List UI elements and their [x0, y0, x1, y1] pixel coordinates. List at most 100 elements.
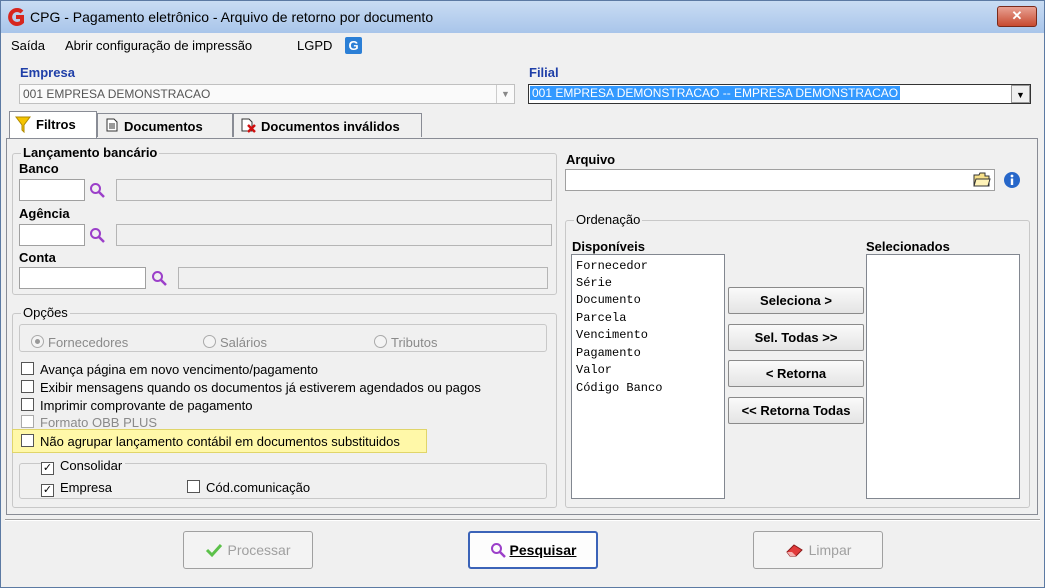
tab-filtros-label: Filtros	[36, 117, 76, 132]
radio-tributos-label: Tributos	[391, 335, 438, 350]
menu-saida[interactable]: Saída	[11, 38, 45, 53]
check-avanca-pagina-label: Avança página em novo vencimento/pagamen…	[40, 362, 319, 377]
processar-label: Processar	[227, 542, 291, 558]
check-exibir-mensagens[interactable]: Exibir mensagens quando os documentos já…	[21, 380, 481, 395]
opcoes-legend: Opções	[21, 305, 70, 320]
footer-divider	[5, 519, 1040, 521]
check-empresa[interactable]: ✓ Empresa	[41, 480, 112, 497]
list-item[interactable]: Valor	[576, 363, 612, 377]
checkmark-icon	[206, 543, 223, 558]
check-imprimir-comprovante[interactable]: Imprimir comprovante de pagamento	[21, 398, 252, 413]
list-item[interactable]: Pagamento	[576, 346, 641, 360]
filial-select[interactable]: 001 EMPRESA DEMONSTRACAO -- EMPRESA DEMO…	[528, 84, 1031, 104]
radio-dot	[374, 335, 387, 348]
checkbox[interactable]	[21, 434, 34, 447]
filter-icon	[15, 116, 31, 133]
banco-search-icon[interactable]	[89, 182, 105, 198]
title-bar: CPG - Pagamento eletrônico - Arquivo de …	[1, 1, 1044, 33]
selecionados-label: Selecionados	[866, 239, 950, 254]
list-item[interactable]: Parcela	[576, 311, 626, 325]
tab-documentos-invalidos-label: Documentos inválidos	[261, 119, 400, 134]
menu-bar: Saída Abrir configuração de impressão LG…	[1, 34, 1044, 58]
filial-label: Filial	[529, 65, 559, 80]
check-consolidar-label: Consolidar	[60, 458, 123, 473]
check-avanca-pagina[interactable]: Avança página em novo vencimento/pagamen…	[21, 362, 318, 377]
limpar-button[interactable]: Limpar	[753, 531, 883, 569]
filial-value: 001 EMPRESA DEMONSTRACAO -- EMPRESA DEMO…	[530, 86, 901, 100]
banco-description	[116, 179, 552, 201]
app-logo-icon	[8, 8, 24, 26]
check-consolidar[interactable]: ✓ Consolidar	[41, 458, 126, 475]
invalid-document-icon	[241, 118, 256, 133]
check-empresa-label: Empresa	[60, 480, 113, 495]
retorna-button[interactable]: < Retorna	[728, 360, 864, 387]
banco-input[interactable]	[19, 179, 85, 201]
ordenacao-legend: Ordenação	[574, 212, 643, 227]
radio-fornecedores[interactable]: Fornecedores	[31, 335, 128, 350]
seleciona-button[interactable]: Seleciona >	[728, 287, 864, 314]
agencia-input[interactable]	[19, 224, 85, 246]
processar-button[interactable]: Processar	[183, 531, 313, 569]
conta-search-icon[interactable]	[151, 270, 167, 286]
lgpd-logo-icon[interactable]: G	[345, 37, 362, 54]
checkbox[interactable]	[187, 480, 200, 493]
selecionados-list[interactable]	[866, 254, 1020, 499]
checkbox[interactable]	[21, 380, 34, 393]
document-icon	[106, 118, 118, 132]
limpar-label: Limpar	[808, 542, 852, 558]
sel-todas-button[interactable]: Sel. Todas >>	[728, 324, 864, 351]
radio-tributos[interactable]: Tributos	[374, 335, 437, 350]
window-title: CPG - Pagamento eletrônico - Arquivo de …	[30, 9, 434, 25]
radio-dot	[31, 335, 44, 348]
close-button[interactable]: ✕	[997, 6, 1037, 27]
tab-documentos[interactable]: Documentos	[97, 113, 233, 137]
arquivo-label: Arquivo	[566, 152, 616, 167]
empresa-value: 001 EMPRESA DEMONSTRACAO	[23, 87, 211, 101]
list-item[interactable]: Fornecedor	[576, 259, 648, 273]
folder-open-icon[interactable]	[973, 171, 991, 188]
disponiveis-list[interactable]: Fornecedor Série Documento Parcela Venci…	[571, 254, 725, 499]
lancamento-legend: Lançamento bancário	[21, 145, 160, 160]
arquivo-input[interactable]	[565, 169, 995, 191]
search-icon	[490, 543, 506, 558]
main-window: CPG - Pagamento eletrônico - Arquivo de …	[0, 0, 1045, 588]
conta-input[interactable]	[19, 267, 146, 289]
check-imprimir-comprovante-label: Imprimir comprovante de pagamento	[40, 398, 253, 413]
check-cod-comunicacao[interactable]: Cód.comunicação	[187, 480, 310, 495]
disponiveis-label: Disponíveis	[572, 239, 645, 254]
radio-fornecedores-label: Fornecedores	[48, 335, 129, 350]
pesquisar-button[interactable]: Pesquisar	[468, 531, 598, 569]
conta-description	[178, 267, 548, 289]
agencia-label: Agência	[19, 206, 70, 221]
info-icon[interactable]	[1003, 171, 1021, 189]
tab-filtros[interactable]: Filtros	[9, 111, 97, 138]
checkbox[interactable]	[21, 362, 34, 375]
tab-documentos-label: Documentos	[124, 119, 203, 134]
pesquisar-label: Pesquisar	[509, 542, 577, 558]
checkbox	[21, 415, 34, 428]
list-item[interactable]: Documento	[576, 293, 641, 307]
empresa-select[interactable]: 001 EMPRESA DEMONSTRACAO ▼	[19, 84, 515, 104]
list-item[interactable]: Código Banco	[576, 381, 662, 395]
empresa-label: Empresa	[20, 65, 75, 80]
radio-dot	[203, 335, 216, 348]
check-formato-obb-label: Formato OBB PLUS	[40, 415, 158, 430]
chevron-down-icon[interactable]: ▼	[1011, 85, 1030, 103]
check-nao-agrupar-label: Não agrupar lançamento contábil em docum…	[40, 434, 400, 449]
agencia-description	[116, 224, 552, 246]
eraser-icon	[785, 544, 803, 557]
checkbox[interactable]: ✓	[41, 484, 54, 497]
radio-salarios[interactable]: Salários	[203, 335, 267, 350]
agencia-search-icon[interactable]	[89, 227, 105, 243]
checkbox[interactable]: ✓	[41, 462, 54, 475]
list-item[interactable]: Vencimento	[576, 328, 648, 342]
menu-abrir-configuracao[interactable]: Abrir configuração de impressão	[65, 38, 252, 53]
list-item[interactable]: Série	[576, 276, 612, 290]
check-cod-comunicacao-label: Cód.comunicação	[206, 480, 311, 495]
conta-label: Conta	[19, 250, 56, 265]
check-nao-agrupar[interactable]: Não agrupar lançamento contábil em docum…	[21, 434, 400, 449]
tab-documentos-invalidos[interactable]: Documentos inválidos	[233, 113, 422, 137]
menu-lgpd[interactable]: LGPD	[297, 38, 332, 53]
checkbox[interactable]	[21, 398, 34, 411]
retorna-todas-button[interactable]: << Retorna Todas	[728, 397, 864, 424]
